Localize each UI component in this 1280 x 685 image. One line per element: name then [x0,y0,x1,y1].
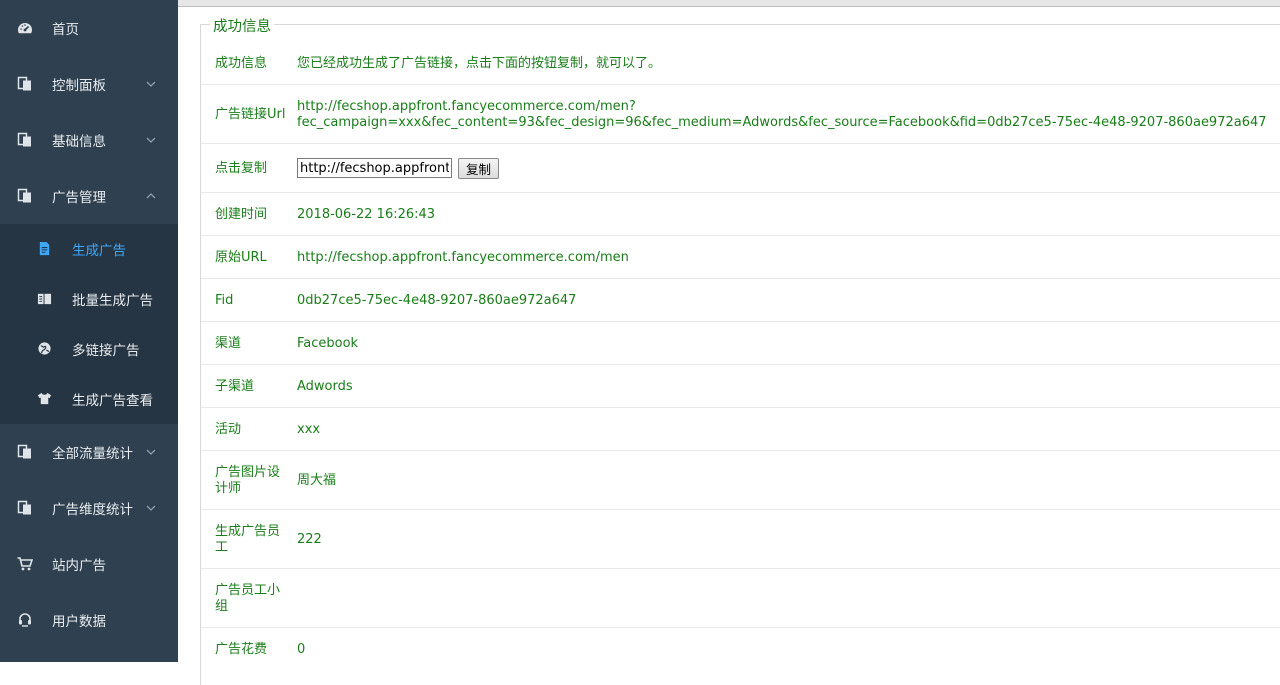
field-value: http://fecshop.appfront.fancyecommerce.c… [297,250,629,265]
copy-icon [17,132,31,147]
field-label: 广告图片设计师 [215,465,281,496]
sidebar-subitem-label: 批量生成广告 [72,293,153,309]
field-row-ad-cost: 广告花费 0 [201,628,1280,662]
field-value: 周大福 [297,473,337,488]
sidebar-item-label: 基础信息 [52,134,106,150]
sidebar-item-label: 用户数据 [52,614,106,630]
field-label: 广告员工小组 [215,583,281,614]
sidebar-subitem-multi-link[interactable]: 多链接广告 [0,324,178,374]
field-row-employee: 生成广告员工 222 [201,510,1280,569]
field-value: 222 [297,532,322,547]
browser-top-edge [178,0,1280,7]
sidebar-item-label: 站内广告 [52,558,106,574]
success-message: 您已经成功生成了广告链接，点击下面的按钮复制，就可以了。 [297,56,662,71]
sidebar-item-label: 广告维度统计 [52,502,133,518]
sidebar-subitem-label: 多链接广告 [72,343,140,359]
field-row-original-url: 原始URL http://fecshop.appfront.fancyecomm… [201,236,1280,279]
field-label: 子渠道 [215,379,255,394]
field-label: 广告花费 [215,642,268,657]
field-label: 渠道 [215,336,242,351]
sidebar-item-basic-info[interactable]: 基础信息 [0,112,178,168]
copy-url-input[interactable] [297,158,452,178]
file-edit-icon [39,241,50,256]
field-row-created-time: 创建时间 2018-06-22 16:26:43 [201,193,1280,236]
sidebar-item-onsite-ads[interactable]: 站内广告 [0,536,178,592]
sidebar-subitem-batch-generate[interactable]: 批量生成广告 [0,274,178,324]
chevron-down-icon [146,449,156,455]
sidebar-item-home[interactable]: 首页 [0,0,178,56]
field-label: 原始URL [215,250,267,265]
sidebar-item-user-data[interactable]: 用户数据 [0,592,178,648]
ad-url-line-1: http://fecshop.appfront.fancyecommerce.c… [297,99,636,114]
copy-icon [17,444,31,459]
copy-icon [17,76,31,91]
chevron-down-icon [146,505,156,511]
sidebar-item-label: 控制面板 [52,78,106,94]
copy-button[interactable]: 复制 [458,158,500,179]
sidebar-item-control-panel[interactable]: 控制面板 [0,56,178,112]
ad-url-row: 广告链接Url http://fecshop.appfront.fancyeco… [201,85,1280,144]
sidebar: 首页 控制面板 基础信息 广告管理 生成广告 批量生成广告 多链接广告 生成广告… [0,0,178,662]
field-label: Fid [215,293,234,308]
field-row-designer: 广告图片设计师 周大福 [201,451,1280,510]
field-row-campaign: 活动 xxx [201,408,1280,451]
copy-row: 点击复制 复制 [201,144,1280,193]
support-icon [19,613,31,627]
copy-icon [17,500,31,515]
cart-icon [17,557,33,571]
field-row-sub-channel: 子渠道 Adwords [201,365,1280,408]
sidebar-item-label: 广告管理 [52,190,106,206]
copy-icon [17,188,31,203]
field-label: 成功信息 [215,56,268,71]
field-value: xxx [297,422,321,437]
field-value: 0db27ce5-75ec-4e48-9207-860ae972a647 [297,293,577,308]
chevron-down-icon [146,137,156,143]
sidebar-item-ad-dimension-stats[interactable]: 广告维度统计 [0,480,178,536]
sidebar-item-label: 全部流量统计 [52,446,133,462]
dashboard-icon [18,23,32,34]
field-label: 生成广告员工 [215,524,281,555]
sidebar-subitem-generate-ad[interactable]: 生成广告 [0,224,178,274]
ad-url-line-2: fec_campaign=xxx&fec_content=93&fec_desi… [297,115,1267,130]
field-value: Adwords [297,379,353,394]
field-value: 0 [297,642,306,657]
field-row-employee-group: 广告员工小组 [201,569,1280,628]
chevron-up-icon [146,193,156,199]
field-label: 点击复制 [215,161,268,176]
sidebar-item-label: 首页 [52,22,79,38]
sidebar-item-ad-management[interactable]: 广告管理 [0,168,178,224]
book-icon [37,293,52,305]
globe-icon [38,342,51,355]
sidebar-subitem-label: 生成广告查看 [72,393,153,409]
field-value: 2018-06-22 16:26:43 [297,207,436,222]
sidebar-subitem-label: 生成广告 [72,243,126,259]
field-label: 创建时间 [215,207,268,222]
shirt-icon [37,392,52,405]
chevron-down-icon [146,81,156,87]
field-label: 广告链接Url [215,107,286,122]
panel-legend: 成功信息 [210,15,274,36]
sidebar-submenu-ad-management: 生成广告 批量生成广告 多链接广告 生成广告查看 [0,224,178,424]
success-row: 成功信息 您已经成功生成了广告链接，点击下面的按钮复制，就可以了。 [201,44,1280,85]
field-row-fid: Fid 0db27ce5-75ec-4e48-9207-860ae972a647 [201,279,1280,322]
sidebar-item-traffic-stats[interactable]: 全部流量统计 [0,424,178,480]
field-label: 活动 [215,422,242,437]
field-value: Facebook [297,336,359,351]
sidebar-subitem-view-ads[interactable]: 生成广告查看 [0,374,178,424]
field-row-channel: 渠道 Facebook [201,322,1280,365]
